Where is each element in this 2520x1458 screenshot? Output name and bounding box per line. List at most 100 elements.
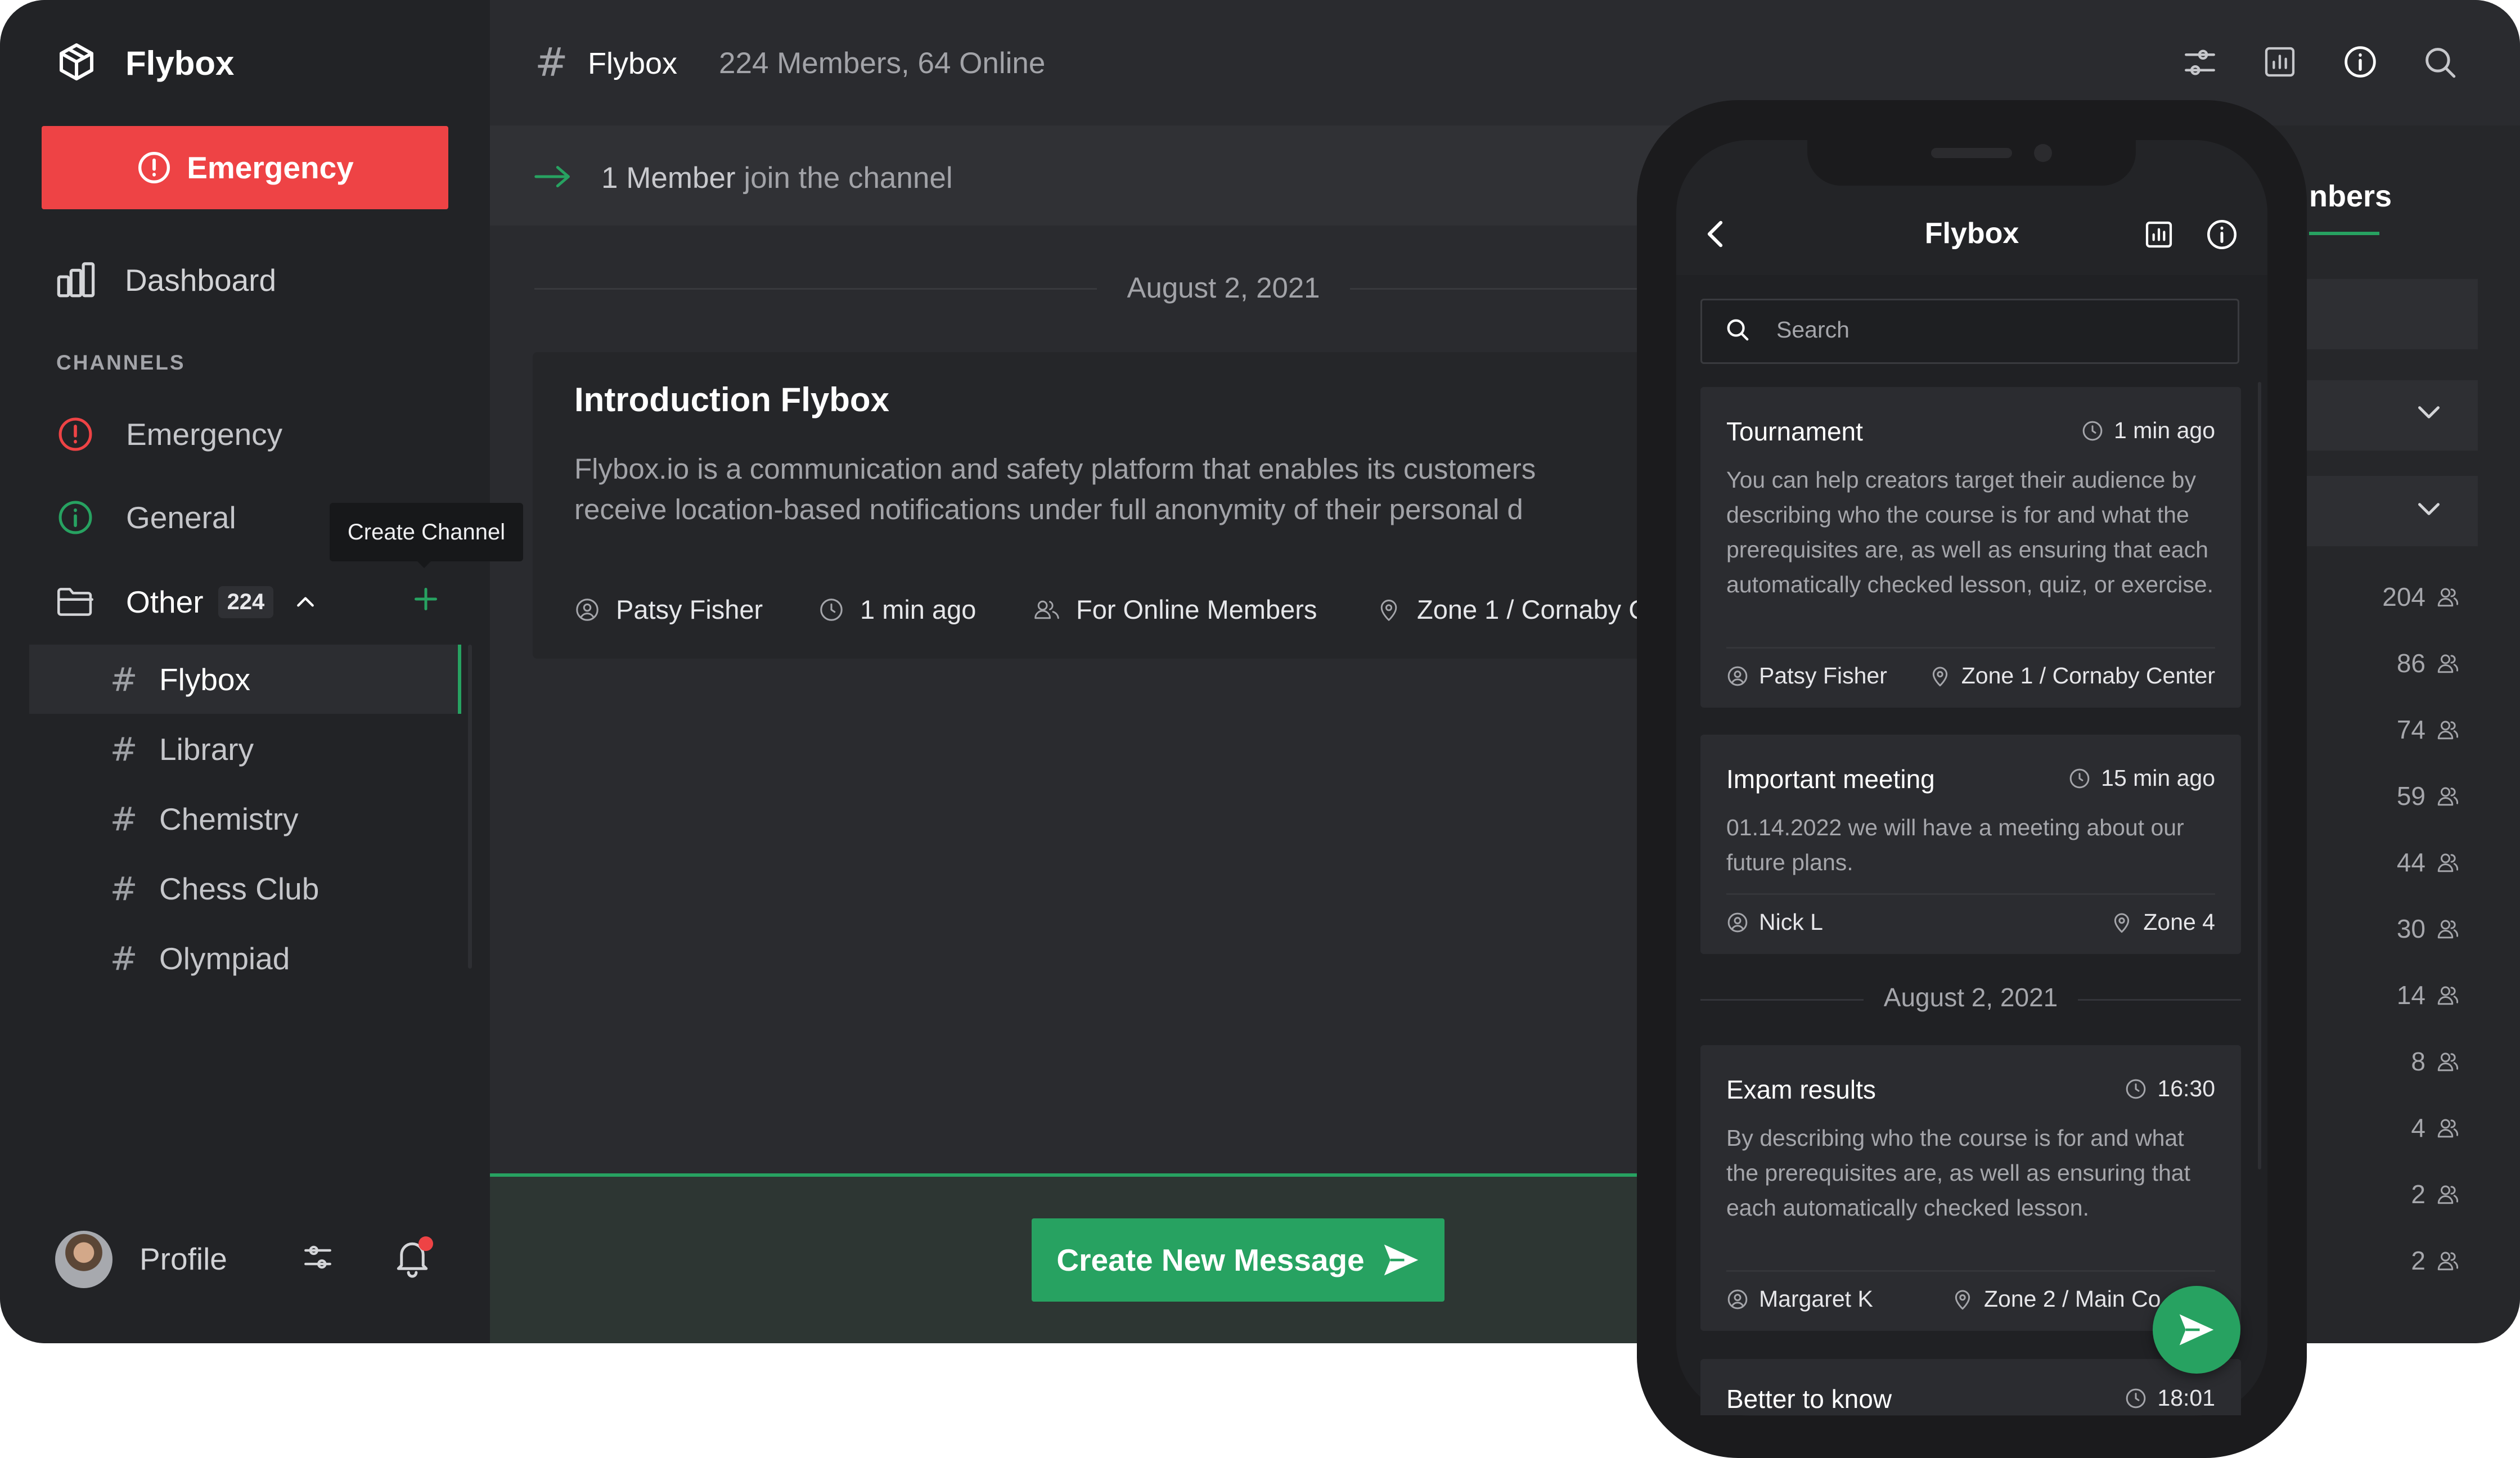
info-icon[interactable] bbox=[2205, 218, 2239, 251]
phone-date-label: August 2, 2021 bbox=[1883, 983, 2058, 1012]
phone-card-zone: Zone 4 bbox=[2110, 909, 2215, 935]
date-divider-line bbox=[2078, 999, 2241, 1001]
folder-other[interactable]: Other 224 bbox=[56, 582, 315, 622]
nav-dashboard[interactable]: Dashboard bbox=[56, 260, 276, 300]
phone-card-body: You can help creators target their audie… bbox=[1726, 467, 2213, 597]
users-icon bbox=[2436, 1115, 2459, 1140]
phone-card-title: Important meeting bbox=[1726, 764, 1935, 794]
subchannel-library[interactable]: # Library bbox=[29, 714, 460, 784]
member-count-row[interactable]: 59 bbox=[2397, 781, 2459, 811]
users-icon bbox=[2436, 784, 2459, 808]
members-dropdown[interactable] bbox=[2306, 476, 2478, 546]
post-title: Introduction Flybox bbox=[574, 381, 889, 418]
phone-card-body: 01.14.2022 we will have a meeting about … bbox=[1726, 814, 2184, 875]
phone-card-time-label: 15 min ago bbox=[2101, 765, 2215, 791]
members-dropdown[interactable] bbox=[2306, 380, 2478, 451]
member-count-row[interactable]: 74 bbox=[2397, 714, 2459, 745]
join-notice-text: 1 Member join the channel bbox=[601, 161, 953, 195]
user-circle-icon bbox=[1726, 911, 1749, 934]
add-channel-plus-icon[interactable] bbox=[412, 585, 440, 613]
subchannel-chess-club[interactable]: # Chess Club bbox=[29, 854, 460, 923]
users-icon bbox=[2436, 651, 2459, 676]
member-count-row[interactable]: 8 bbox=[2411, 1046, 2459, 1077]
phone-speaker bbox=[1931, 148, 2012, 158]
subchannel-flybox[interactable]: # Flybox bbox=[29, 645, 460, 714]
users-icon bbox=[2436, 850, 2459, 875]
create-new-message-label: Create New Message bbox=[1056, 1243, 1365, 1277]
channel-general[interactable]: General bbox=[56, 497, 236, 538]
chevron-up-icon[interactable] bbox=[296, 596, 315, 608]
subchannel-chemistry[interactable]: # Chemistry bbox=[29, 784, 460, 853]
profile-label[interactable]: Profile bbox=[140, 1241, 227, 1277]
sliders-icon[interactable] bbox=[302, 1241, 334, 1274]
member-count-row[interactable]: 2 bbox=[2411, 1179, 2459, 1209]
create-channel-tooltip: Create Channel bbox=[330, 503, 523, 561]
phone-card-time-label: 16:30 bbox=[2157, 1076, 2215, 1101]
divider bbox=[1726, 1270, 2215, 1272]
phone-card-title: Tournament bbox=[1726, 417, 1863, 446]
search-icon bbox=[1725, 317, 1750, 343]
post-time: 1 min ago bbox=[818, 594, 976, 625]
stats-icon[interactable] bbox=[2262, 44, 2298, 80]
member-count-row[interactable]: 44 bbox=[2397, 847, 2459, 878]
location-pin-icon bbox=[1929, 665, 1951, 687]
member-count: 30 bbox=[2396, 914, 2426, 943]
create-new-message-button[interactable]: Create New Message bbox=[1032, 1218, 1444, 1302]
phone-card-exam[interactable]: Exam results 16:30 By describing who the… bbox=[1700, 1045, 2241, 1331]
stats-icon[interactable] bbox=[2143, 219, 2175, 250]
phone-card-tournament[interactable]: Tournament 1 min ago You can help creato… bbox=[1700, 387, 2241, 708]
phone-card-better[interactable]: Better to know 18:01 bbox=[1700, 1359, 2241, 1415]
clock-icon bbox=[2125, 1078, 2147, 1100]
post-audience: For Online Members bbox=[1033, 594, 1317, 625]
member-count: 14 bbox=[2396, 980, 2426, 1010]
subchannel-label: Library bbox=[159, 731, 254, 767]
phone-card-author: Margaret K bbox=[1726, 1286, 1873, 1312]
phone-card-body: By describing who the course is for and … bbox=[1726, 1125, 2191, 1221]
channel-general-label: General bbox=[126, 500, 236, 535]
sidebar-scrollbar[interactable] bbox=[468, 645, 472, 969]
member-count-row[interactable]: 30 bbox=[2397, 914, 2459, 944]
subchannel-label: Chemistry bbox=[159, 801, 299, 836]
phone-card-author-name: Nick L bbox=[1759, 909, 1823, 935]
info-icon[interactable] bbox=[2342, 44, 2378, 80]
avatar[interactable] bbox=[55, 1231, 112, 1288]
member-count-row[interactable]: 204 bbox=[2382, 582, 2459, 612]
filter-sliders-icon[interactable] bbox=[2181, 44, 2218, 81]
phone-scrollbar[interactable] bbox=[2258, 382, 2261, 1169]
member-count: 86 bbox=[2396, 649, 2426, 678]
member-count-row[interactable]: 86 bbox=[2397, 648, 2459, 678]
post-author-name: Patsy Fisher bbox=[616, 595, 763, 624]
phone-card-title: Exam results bbox=[1726, 1075, 1876, 1104]
date-label: August 2, 2021 bbox=[1127, 272, 1320, 304]
phone-card-meeting[interactable]: Important meeting 15 min ago 01.14.2022 … bbox=[1700, 735, 2241, 954]
phone-search-placeholder: Search bbox=[1776, 317, 1850, 343]
user-circle-icon bbox=[1726, 1288, 1749, 1311]
channel-emergency[interactable]: Emergency bbox=[56, 414, 282, 454]
chevron-down-icon[interactable] bbox=[2416, 501, 2441, 518]
emergency-button[interactable]: Emergency bbox=[42, 126, 448, 209]
member-count-row[interactable]: 2 bbox=[2411, 1245, 2459, 1276]
clock-icon bbox=[2081, 420, 2104, 442]
join-notice-rest: join the channel bbox=[744, 161, 953, 195]
emergency-button-label: Emergency bbox=[187, 150, 354, 185]
sidebar: Flybox Emergency Dashboard CHANNELS Emer… bbox=[0, 0, 523, 1343]
folder-count-badge: 224 bbox=[218, 586, 274, 618]
users-icon bbox=[2436, 717, 2459, 742]
post-card[interactable]: Introduction Flybox Flybox.io is a commu… bbox=[533, 352, 1714, 659]
post-time-label: 1 min ago bbox=[860, 595, 976, 624]
join-notice-count: 1 Member bbox=[601, 161, 736, 195]
divider bbox=[1726, 893, 2215, 895]
member-count-row[interactable]: 14 bbox=[2397, 980, 2459, 1010]
search-icon[interactable] bbox=[2422, 44, 2459, 81]
subchannel-olympiad[interactable]: # Olympiad bbox=[29, 924, 460, 993]
members-search-field[interactable] bbox=[2306, 279, 2478, 349]
members-tab[interactable]: nbers bbox=[2309, 179, 2392, 214]
member-count-row[interactable]: 4 bbox=[2411, 1113, 2459, 1143]
post-audience-label: For Online Members bbox=[1076, 595, 1317, 624]
phone-card-zone: Zone 2 / Main Co bbox=[1951, 1286, 2161, 1312]
send-icon bbox=[1383, 1243, 1420, 1277]
phone-send-fab[interactable] bbox=[2153, 1286, 2240, 1374]
chevron-down-icon[interactable] bbox=[2416, 404, 2441, 421]
member-count: 59 bbox=[2396, 781, 2426, 811]
phone-card-author: Nick L bbox=[1726, 909, 1823, 935]
